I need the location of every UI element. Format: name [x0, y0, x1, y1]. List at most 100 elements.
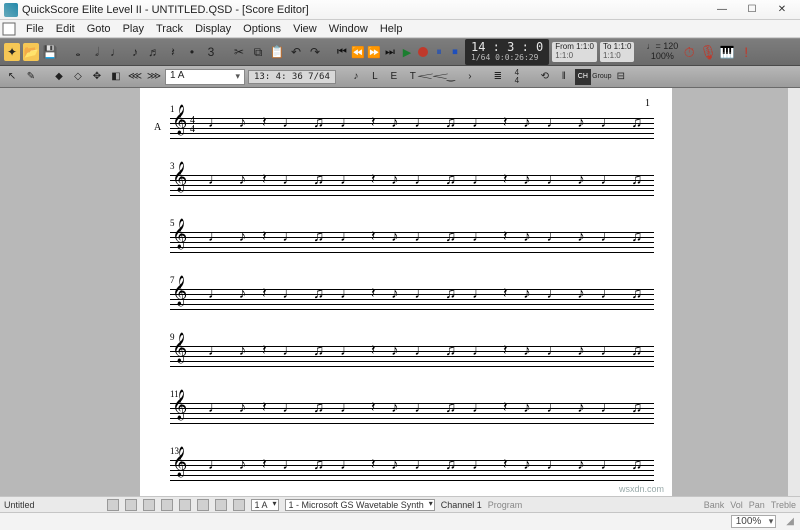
accent-tool[interactable]: › [462, 69, 478, 85]
save-button[interactable]: 💾 [42, 43, 58, 61]
stop-button[interactable]: ⏹ [448, 45, 462, 59]
copy-button[interactable]: ⧉ [250, 43, 266, 61]
mini-btn-8[interactable] [233, 499, 245, 511]
locator-to[interactable]: To 1:1:0 1:1:0 [600, 42, 634, 62]
menu-goto[interactable]: Goto [81, 22, 117, 36]
note-row[interactable]: ♩ ♪ 𝄽 ♩ ♫ ♩ 𝄽 ♪ ♩ ♫ ♩ 𝄽 ♪ ♩ ♪ ♩ ♫ 𝄽 ♩ ♪ … [208, 285, 646, 313]
move-tool[interactable]: ✥ [89, 69, 105, 85]
next-tool[interactable]: ⋙ [146, 69, 162, 85]
staff-lines-button[interactable]: ≣ [490, 69, 506, 85]
timesig-button[interactable]: 44 [509, 69, 525, 85]
track-selector[interactable]: 1 A [165, 69, 245, 85]
tempo-display[interactable]: ♩= 120 100% [646, 42, 678, 62]
arrow-tool[interactable]: ↖ [4, 69, 20, 85]
note-row[interactable]: ♩ ♪ 𝄽 ♩ ♫ ♩ 𝄽 ♪ ♩ ♫ ♩ 𝄽 ♪ ♩ ♪ ♩ ♫ 𝄽 ♩ ♪ … [208, 171, 646, 199]
new-button[interactable]: ✦ [4, 43, 20, 61]
minimize-button[interactable]: — [708, 2, 736, 18]
record-button[interactable] [416, 45, 430, 59]
note-row[interactable]: ♩ ♪ 𝄽 ♩ ♫ ♩ 𝄽 ♪ ♩ ♫ ♩ 𝄽 ♪ ♩ ♪ ♩ ♫ 𝄽 ♩ ♪ … [208, 399, 646, 427]
mic-button[interactable]: 🎙 [700, 43, 716, 61]
fastfwd-button[interactable]: ⏩ [367, 45, 381, 59]
menu-display[interactable]: Display [189, 22, 237, 36]
eraser-tool[interactable]: ◧ [108, 69, 124, 85]
staff-system[interactable]: 11𝄞♩ ♪ 𝄽 ♩ ♫ ♩ 𝄽 ♪ ♩ ♫ ♩ 𝄽 ♪ ♩ ♪ ♩ ♫ 𝄽 ♩… [158, 385, 654, 440]
close-button[interactable]: ✕ [768, 2, 796, 18]
group-button[interactable]: Group [594, 69, 610, 85]
mini-btn-6[interactable] [197, 499, 209, 511]
hairpin-tool[interactable]: 𝆒𝆒 [424, 69, 440, 85]
note-half-button[interactable]: 𝅗𝅥 [89, 43, 105, 61]
mini-btn-7[interactable] [215, 499, 227, 511]
doc-control-icon[interactable] [2, 22, 16, 36]
note-row[interactable]: ♩ ♪ 𝄽 ♩ ♫ ♩ 𝄽 ♪ ♩ ♫ ♩ 𝄽 ♪ ♩ ♪ ♩ ♫ 𝄽 ♩ ♪ … [208, 342, 646, 370]
score-page[interactable]: 1 1A𝄞44♩ ♪ 𝄽 ♩ ♫ ♩ 𝄽 ♪ ♩ ♫ ♩ 𝄽 ♪ ♩ ♪ ♩ ♫… [140, 88, 672, 496]
prev-tool[interactable]: ⋘ [127, 69, 143, 85]
metronome-button[interactable]: ⏱ [681, 43, 697, 61]
rewind-start-button[interactable]: ⏮ [335, 45, 349, 59]
strip-bank[interactable]: Bank [704, 500, 725, 510]
maximize-button[interactable]: ☐ [738, 2, 766, 18]
note-quarter-button[interactable]: ♩ [108, 43, 124, 61]
diamond-down-tool[interactable]: ◇ [70, 69, 86, 85]
menu-options[interactable]: Options [237, 22, 287, 36]
fwd-end-button[interactable]: ⏭ [383, 45, 397, 59]
split-button[interactable]: ⊟ [613, 69, 629, 85]
strip-vol[interactable]: Vol [730, 500, 743, 510]
alert-button[interactable]: ! [738, 43, 754, 61]
note-row[interactable]: ♩ ♪ 𝄽 ♩ ♫ ♩ 𝄽 ♪ ♩ ♫ ♩ 𝄽 ♪ ♩ ♪ ♩ ♫ 𝄽 ♩ ♪ … [208, 114, 646, 142]
triplet-button[interactable]: 3 [203, 43, 219, 61]
pause-button[interactable]: ⏸ [432, 45, 446, 59]
pencil-tool[interactable]: ✎ [23, 69, 39, 85]
note-sixteenth-button[interactable]: ♬ [146, 43, 162, 61]
menu-track[interactable]: Track [150, 22, 189, 36]
strip-pan[interactable]: Pan [749, 500, 765, 510]
note-rest-button[interactable]: 𝄽 [165, 43, 181, 61]
staff-system[interactable]: 9𝄞♩ ♪ 𝄽 ♩ ♫ ♩ 𝄽 ♪ ♩ ♫ ♩ 𝄽 ♪ ♩ ♪ ♩ ♫ 𝄽 ♩ … [158, 328, 654, 383]
strip-channel[interactable]: Channel 1 [441, 500, 482, 510]
mini-btn-4[interactable] [161, 499, 173, 511]
rewind-button[interactable]: ⏪ [351, 45, 365, 59]
staff-system[interactable]: 5𝄞♩ ♪ 𝄽 ♩ ♫ ♩ 𝄽 ♪ ♩ ♫ ♩ 𝄽 ♪ ♩ ♪ ♩ ♫ 𝄽 ♩ … [158, 214, 654, 269]
menu-help[interactable]: Help [374, 22, 409, 36]
staff-system[interactable]: 7𝄞♩ ♪ 𝄽 ♩ ♫ ♩ 𝄽 ♪ ♩ ♫ ♩ 𝄽 ♪ ♩ ♪ ♩ ♫ 𝄽 ♩ … [158, 271, 654, 326]
menu-play[interactable]: Play [117, 22, 150, 36]
barline-button[interactable]: ‖ [556, 69, 572, 85]
note-row[interactable]: ♩ ♪ 𝄽 ♩ ♫ ♩ 𝄽 ♪ ♩ ♫ ♩ 𝄽 ♪ ♩ ♪ ♩ ♫ 𝄽 ♩ ♪ … [208, 228, 646, 256]
undo-button[interactable]: ↶ [288, 43, 304, 61]
zoom-selector[interactable]: 100% [731, 515, 777, 528]
redo-button[interactable]: ↷ [307, 43, 323, 61]
note-whole-button[interactable]: 𝅝 [70, 43, 86, 61]
dot-button[interactable]: • [184, 43, 200, 61]
resize-grip-icon[interactable]: ◢ [786, 516, 794, 527]
note-eighth-button[interactable]: ♪ [127, 43, 143, 61]
strip-treble[interactable]: Treble [771, 500, 796, 510]
menu-window[interactable]: Window [323, 22, 374, 36]
dyn-L[interactable]: L [367, 69, 383, 85]
staff-system[interactable]: 13𝄞♩ ♪ 𝄽 ♩ ♫ ♩ 𝄽 ♪ ♩ ♫ ♩ 𝄽 ♪ ♩ ♪ ♩ ♫ 𝄽 ♩… [158, 442, 654, 496]
strip-device-sel[interactable]: 1 - Microsoft GS Wavetable Synth [285, 499, 435, 511]
note-row[interactable]: ♩ ♪ 𝄽 ♩ ♫ ♩ 𝄽 ♪ ♩ ♫ ♩ 𝄽 ♪ ♩ ♪ ♩ ♫ 𝄽 ♩ ♪ … [208, 456, 646, 484]
vertical-scrollbar[interactable] [788, 88, 800, 496]
diamond-up-tool[interactable]: ◆ [51, 69, 67, 85]
strip-program[interactable]: Program [488, 500, 523, 510]
mini-btn-5[interactable] [179, 499, 191, 511]
note-palette-button[interactable]: ♪ [348, 69, 364, 85]
menu-edit[interactable]: Edit [50, 22, 81, 36]
locator-from[interactable]: From 1:1:0 1:1:0 [552, 42, 597, 62]
mini-btn-2[interactable] [125, 499, 137, 511]
play-button[interactable]: ▶ [400, 45, 414, 59]
menu-view[interactable]: View [287, 22, 323, 36]
repeat-button[interactable]: ⟲ [537, 69, 553, 85]
staff-system[interactable]: 3𝄞♩ ♪ 𝄽 ♩ ♫ ♩ 𝄽 ♪ ♩ ♫ ♩ 𝄽 ♪ ♩ ♪ ♩ ♫ 𝄽 ♩ … [158, 157, 654, 212]
edit-keys-button[interactable]: CH [575, 69, 591, 85]
mini-btn-3[interactable] [143, 499, 155, 511]
staff-system[interactable]: 1A𝄞44♩ ♪ 𝄽 ♩ ♫ ♩ 𝄽 ♪ ♩ ♫ ♩ 𝄽 ♪ ♩ ♪ ♩ ♫ 𝄽… [158, 100, 654, 155]
menu-file[interactable]: File [20, 22, 50, 36]
paste-button[interactable]: 📋 [269, 43, 285, 61]
slur-tool[interactable]: ‿ [443, 69, 459, 85]
cut-button[interactable]: ✂ [231, 43, 247, 61]
mini-btn-1[interactable] [107, 499, 119, 511]
strip-trk-sel[interactable]: 1 A [251, 499, 279, 511]
open-button[interactable]: 📂 [23, 43, 39, 61]
dyn-E[interactable]: E [386, 69, 402, 85]
